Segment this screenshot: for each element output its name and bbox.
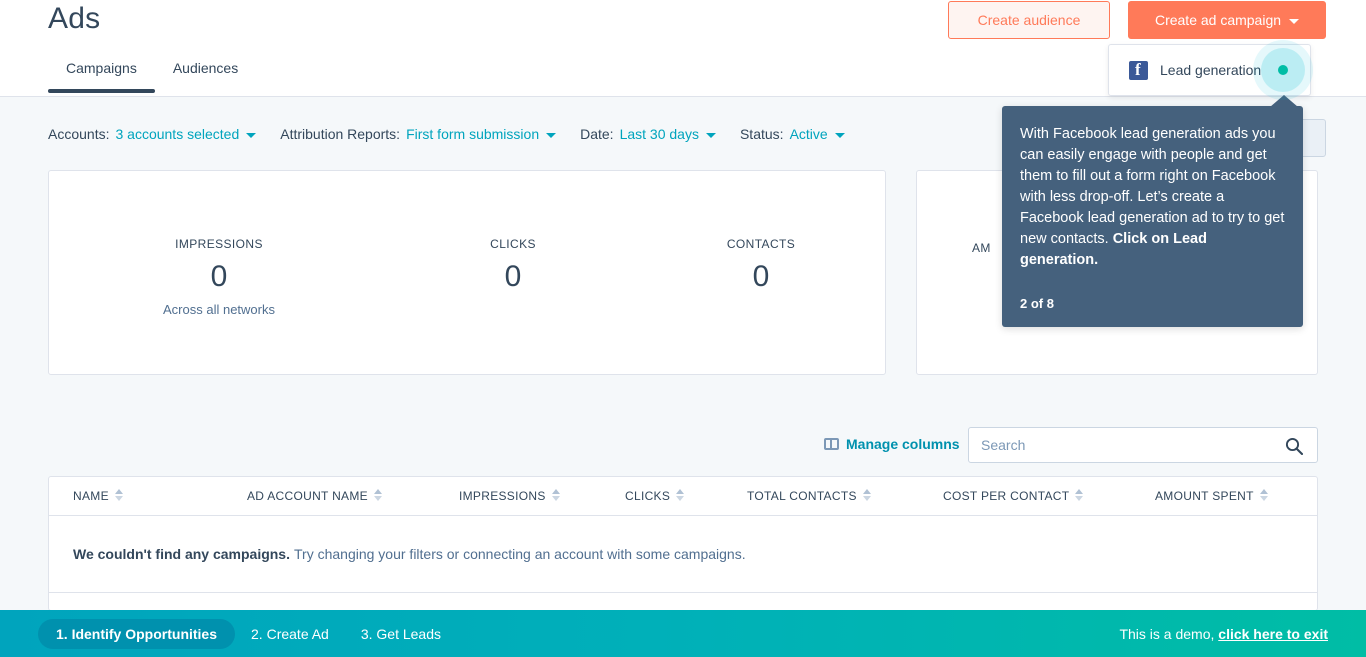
filter-date-value[interactable]: Last 30 days xyxy=(620,126,716,142)
sort-icon[interactable] xyxy=(114,489,123,501)
demo-exit-link[interactable]: click here to exit xyxy=(1218,626,1328,642)
sort-icon[interactable] xyxy=(676,489,685,501)
filter-status-value[interactable]: Active xyxy=(790,126,845,142)
create-audience-button[interactable]: Create audience xyxy=(948,1,1110,39)
column-header-clicks-label: CLICKS xyxy=(625,489,671,503)
tab-campaigns[interactable]: Campaigns xyxy=(48,54,155,93)
stat-impressions-sub: Across all networks xyxy=(163,302,275,317)
column-header-impressions[interactable]: IMPRESSIONS xyxy=(459,489,560,503)
filter-accounts-label: Accounts: xyxy=(48,126,110,142)
tab-bar: Campaigns Audiences xyxy=(48,54,256,93)
sort-icon[interactable] xyxy=(862,489,871,501)
demo-step-2-label: 2. Create Ad xyxy=(251,625,329,642)
demo-exit-note: This is a demo, click here to exit xyxy=(1119,626,1328,642)
performance-summary-card: IMPRESSIONS 0 Across all networks CLICKS… xyxy=(48,170,886,375)
stat-clicks-label: CLICKS xyxy=(490,237,536,251)
filter-attribution-label: Attribution Reports: xyxy=(280,126,401,142)
sort-icon[interactable] xyxy=(373,489,382,501)
table-empty-title: We couldn't find any campaigns. xyxy=(73,546,290,562)
column-header-ad-account-name[interactable]: AD ACCOUNT NAME xyxy=(247,489,382,503)
amount-spent-card-label: AM xyxy=(972,241,991,255)
create-ad-campaign-label: Create ad campaign xyxy=(1154,12,1282,28)
stat-impressions-label: IMPRESSIONS xyxy=(175,237,263,251)
table-header-row: NAME AD ACCOUNT NAME IMPRESSIONS CLICKS … xyxy=(49,477,1317,516)
sort-icon[interactable] xyxy=(1259,489,1268,501)
filter-attribution-value[interactable]: First form submission xyxy=(406,126,557,142)
table-empty-state: We couldn't find any campaigns. Try chan… xyxy=(49,516,1317,593)
demo-step-3-label: 3. Get Leads xyxy=(360,625,442,642)
demo-steps: 1. Identify Opportunities 2. Create Ad 3… xyxy=(38,618,457,649)
column-header-impressions-label: IMPRESSIONS xyxy=(459,489,546,503)
search-icon[interactable] xyxy=(1285,437,1303,455)
stat-clicks-value: 0 xyxy=(504,260,522,293)
stat-clicks: CLICKS 0 xyxy=(389,237,637,317)
chevron-down-icon xyxy=(705,133,716,138)
campaigns-table: NAME AD ACCOUNT NAME IMPRESSIONS CLICKS … xyxy=(48,476,1318,611)
filter-bar: Accounts: 3 accounts selected Attributio… xyxy=(48,126,869,142)
filter-attribution-value-text: First form submission xyxy=(406,126,540,142)
onboarding-tooltip: With Facebook lead generation ads you ca… xyxy=(1002,95,1303,327)
demo-step-identify-opportunities[interactable]: 1. Identify Opportunities xyxy=(38,618,236,649)
stat-contacts-value: 0 xyxy=(752,260,770,293)
chevron-down-icon xyxy=(834,133,845,138)
stat-impressions: IMPRESSIONS 0 Across all networks xyxy=(49,237,389,317)
filter-accounts: Accounts: 3 accounts selected xyxy=(48,126,257,142)
tooltip-body: With Facebook lead generation ads you ca… xyxy=(1020,124,1285,271)
filter-date-label: Date: xyxy=(580,126,614,142)
filter-attribution-reports: Attribution Reports: First form submissi… xyxy=(280,126,557,142)
stats-row: IMPRESSIONS 0 Across all networks CLICKS… xyxy=(49,237,885,317)
column-header-amount-spent[interactable]: AMOUNT SPENT xyxy=(1155,489,1268,503)
stat-contacts-label: CONTACTS xyxy=(726,237,796,251)
filter-accounts-value-text: 3 accounts selected xyxy=(115,126,240,142)
create-audience-label: Create audience xyxy=(977,12,1081,28)
column-header-clicks[interactable]: CLICKS xyxy=(625,489,685,503)
manage-columns-button[interactable]: Manage columns xyxy=(824,436,960,452)
columns-icon xyxy=(824,438,839,450)
stat-impressions-value: 0 xyxy=(210,260,228,293)
column-header-name[interactable]: NAME xyxy=(73,489,123,503)
filter-date: Date: Last 30 days xyxy=(580,126,716,142)
page-title: Ads xyxy=(48,2,101,35)
tab-audiences[interactable]: Audiences xyxy=(155,54,256,93)
tooltip-text: With Facebook lead generation ads you ca… xyxy=(1020,126,1285,247)
tooltip-arrow-icon xyxy=(1270,95,1298,107)
create-ad-campaign-button[interactable]: Create ad campaign xyxy=(1128,1,1326,39)
search-box xyxy=(968,427,1318,463)
column-header-amount-spent-label: AMOUNT SPENT xyxy=(1155,489,1254,503)
column-header-total-contacts-label: TOTAL CONTACTS xyxy=(747,489,857,503)
column-header-cost-per-contact[interactable]: COST PER CONTACT xyxy=(943,489,1084,503)
dropdown-item-lead-generation-label: Lead generation xyxy=(1160,62,1262,78)
tooltip-step-counter: 2 of 8 xyxy=(1020,296,1054,311)
tab-campaigns-label: Campaigns xyxy=(66,60,137,76)
chevron-down-icon xyxy=(1289,18,1300,24)
demo-step-get-leads[interactable]: 3. Get Leads xyxy=(345,626,457,642)
chevron-down-icon xyxy=(246,133,257,138)
sort-icon[interactable] xyxy=(551,489,560,501)
filter-status-value-text: Active xyxy=(789,126,828,142)
manage-columns-label: Manage columns xyxy=(846,436,960,452)
table-empty-body: Try changing your filters or connecting … xyxy=(294,546,746,562)
search-input[interactable] xyxy=(981,428,1276,462)
demo-progress-bar: 1. Identify Opportunities 2. Create Ad 3… xyxy=(0,610,1366,657)
stat-contacts: CONTACTS 0 xyxy=(637,237,885,317)
column-header-total-contacts[interactable]: TOTAL CONTACTS xyxy=(747,489,871,503)
pulse-dot-icon[interactable] xyxy=(1278,65,1288,75)
tab-audiences-label: Audiences xyxy=(172,60,239,76)
column-header-ad-account-name-label: AD ACCOUNT NAME xyxy=(247,489,368,503)
filter-status-label: Status: xyxy=(739,126,784,142)
demo-step-1-label: 1. Identify Opportunities xyxy=(56,625,218,642)
facebook-icon xyxy=(1129,60,1148,80)
sort-icon[interactable] xyxy=(1075,489,1084,501)
demo-step-create-ad[interactable]: 2. Create Ad xyxy=(235,626,345,642)
column-header-cost-per-contact-label: COST PER CONTACT xyxy=(943,489,1070,503)
filter-status: Status: Active xyxy=(740,126,845,142)
chevron-down-icon xyxy=(546,133,557,138)
filter-date-value-text: Last 30 days xyxy=(619,126,699,142)
column-header-name-label: NAME xyxy=(73,489,109,503)
demo-note-text: This is a demo, xyxy=(1119,625,1215,642)
filter-accounts-value[interactable]: 3 accounts selected xyxy=(115,126,257,142)
